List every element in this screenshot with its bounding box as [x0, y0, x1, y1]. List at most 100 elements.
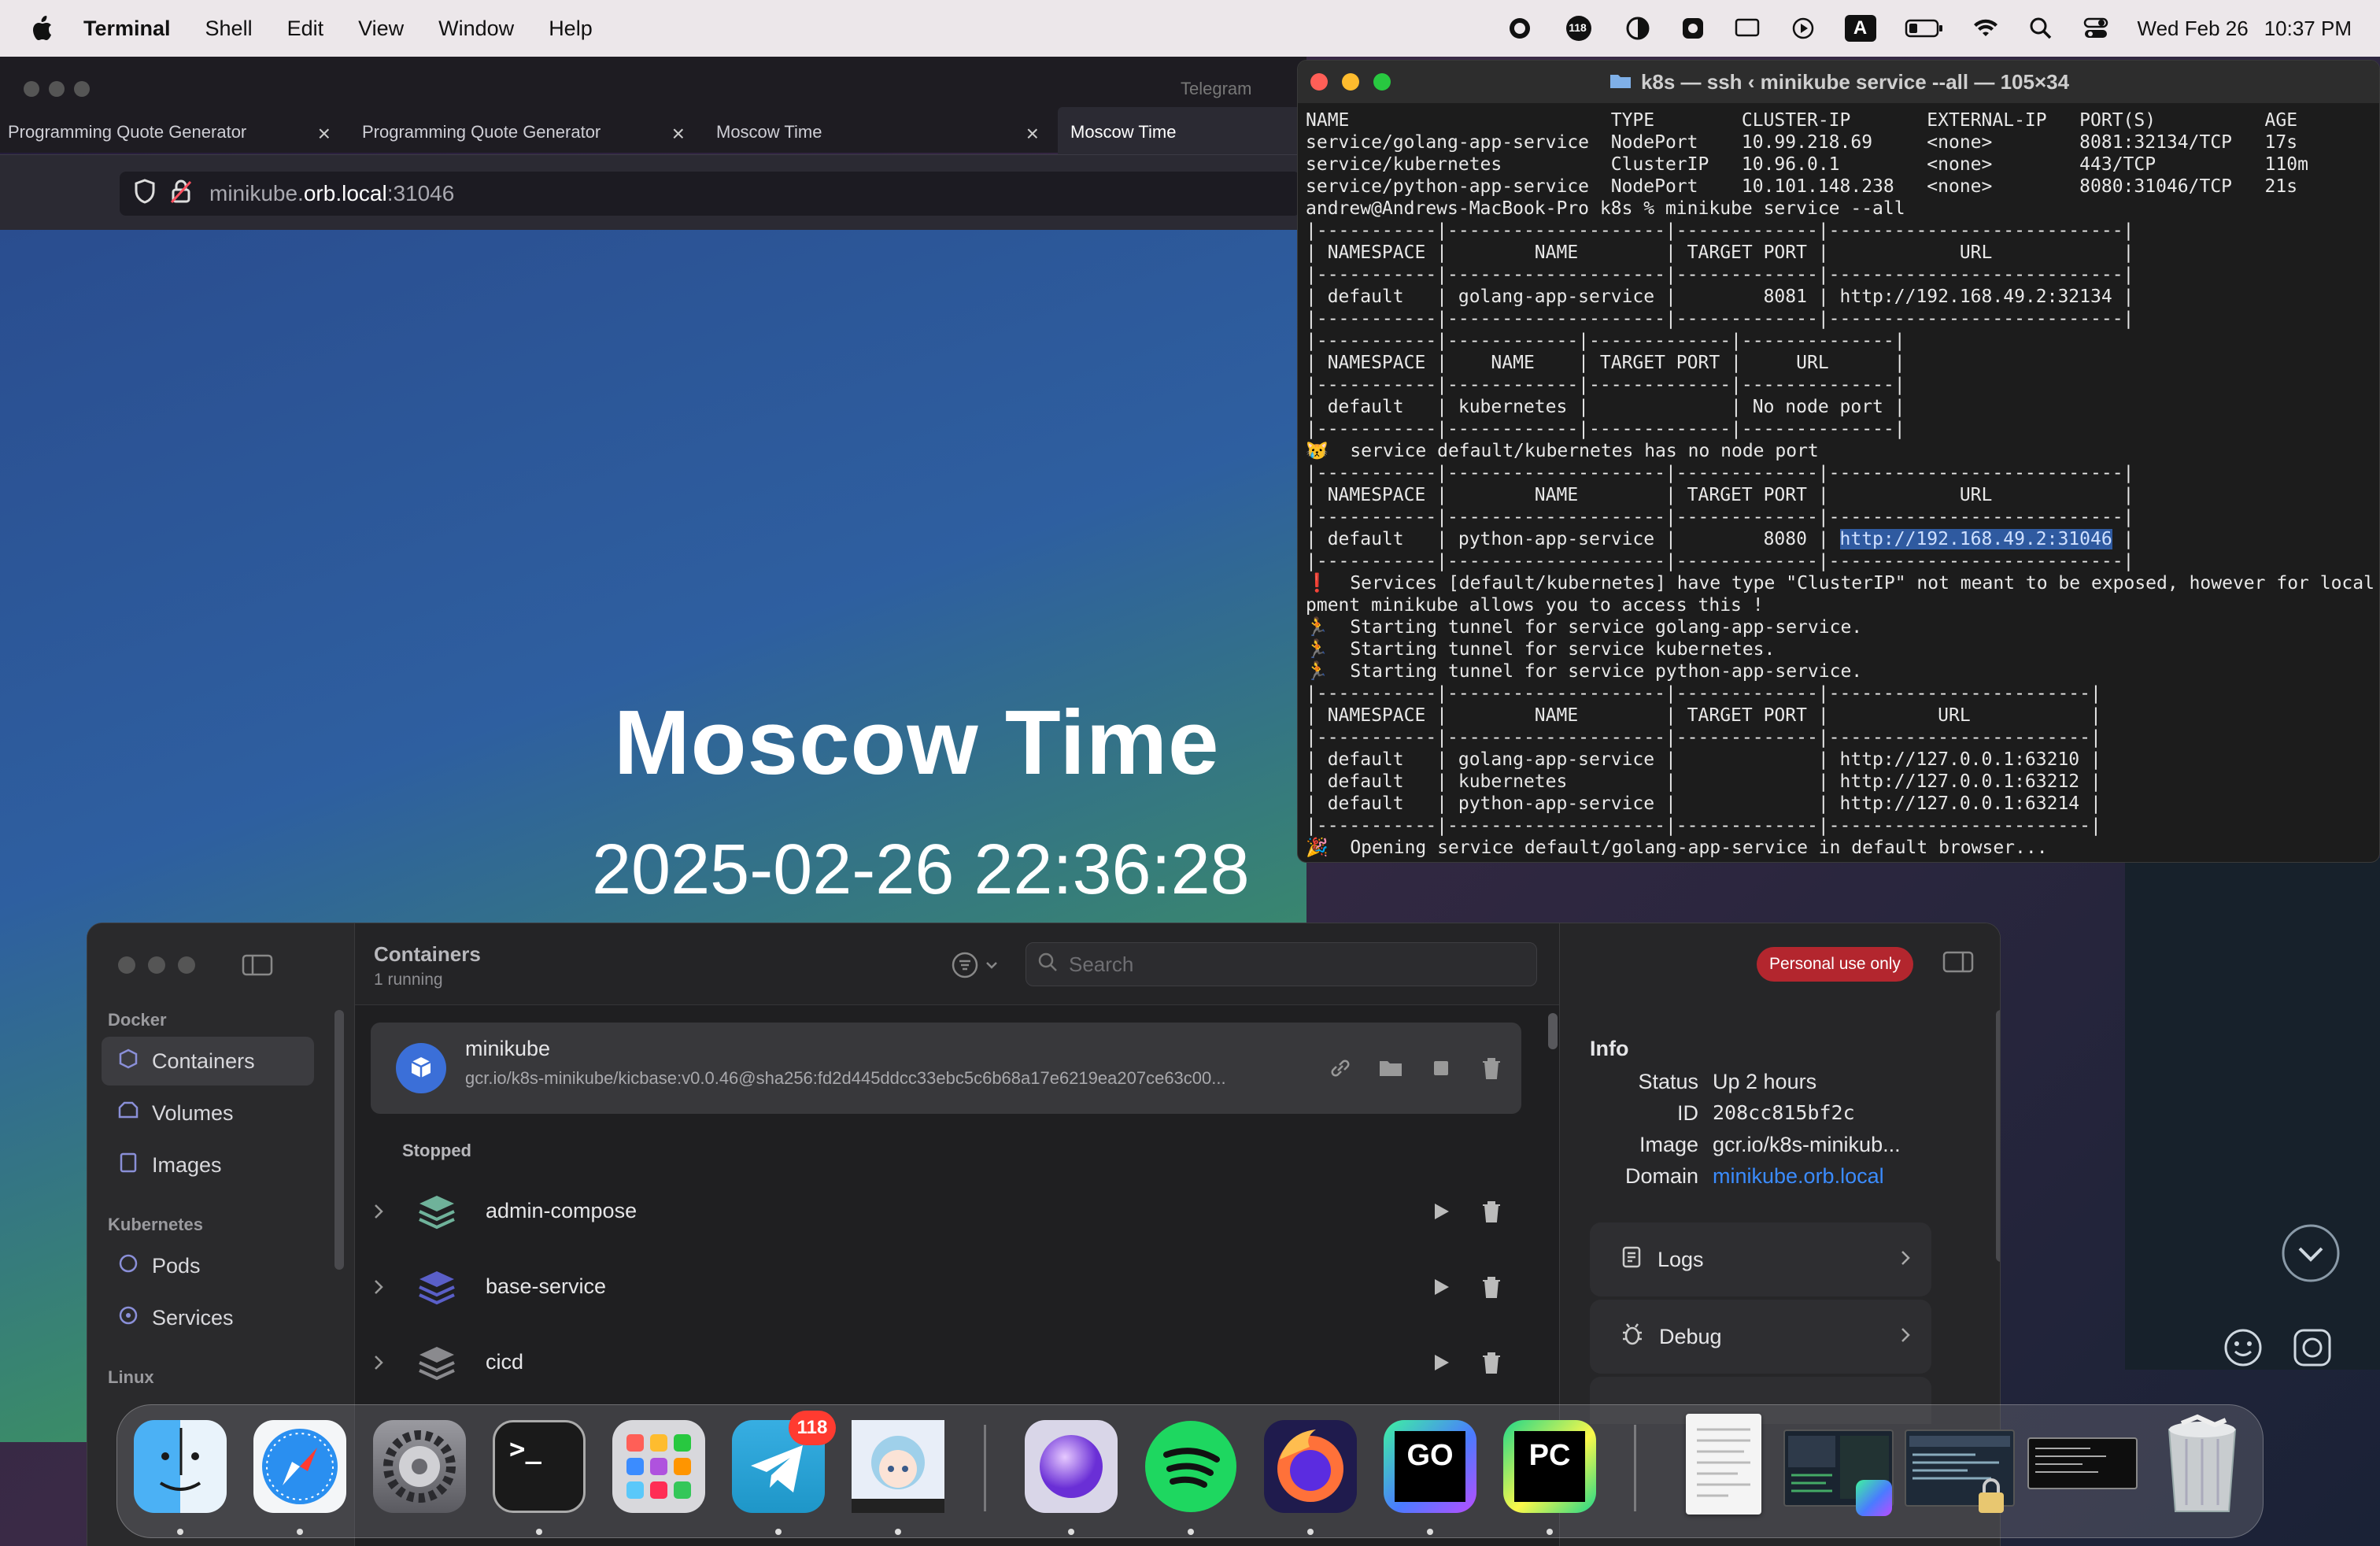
- trash-icon[interactable]: [1477, 1197, 1506, 1226]
- container-row-stopped[interactable]: cicd: [355, 1325, 1536, 1400]
- sidebar-scrollbar[interactable]: [334, 1010, 344, 1270]
- info-label: ID: [1677, 1101, 1698, 1125]
- sidebar-item-pods[interactable]: Pods: [102, 1241, 314, 1290]
- display-icon[interactable]: [1624, 15, 1651, 42]
- sidebar-item-containers[interactable]: Containers: [102, 1037, 314, 1086]
- minimize-window-button[interactable]: [1342, 73, 1359, 91]
- terminal-output[interactable]: NAME TYPE CLUSTER-IP EXTERNAL-IP PORT(S)…: [1306, 109, 2374, 859]
- close-window-button[interactable]: [1310, 73, 1328, 91]
- chevron-right-icon[interactable]: [372, 1202, 385, 1225]
- close-icon[interactable]: ×: [672, 121, 685, 146]
- spotify-icon[interactable]: [1144, 1420, 1237, 1513]
- search-input[interactable]: Search: [1026, 942, 1537, 986]
- terminal-line: |-----------|------------|-------------|…: [1306, 419, 1905, 439]
- safari-icon[interactable]: [253, 1420, 346, 1513]
- close-icon[interactable]: ×: [1026, 121, 1039, 146]
- trash-icon[interactable]: [2158, 1412, 2246, 1515]
- filter-menu-icon[interactable]: [952, 952, 1008, 978]
- trash-icon[interactable]: [1477, 1348, 1506, 1377]
- logs-button[interactable]: Logs: [1590, 1222, 1931, 1296]
- apple-icon[interactable]: [30, 14, 54, 43]
- menubar-time[interactable]: 10:37 PM: [2264, 17, 2352, 41]
- emoji-icon[interactable]: [2223, 1327, 2264, 1368]
- chevron-right-icon[interactable]: [372, 1278, 385, 1300]
- menu-shell[interactable]: Shell: [205, 17, 253, 41]
- pycharm-glyph: PC: [1528, 1439, 1571, 1472]
- container-row-stopped[interactable]: base-service: [355, 1249, 1536, 1325]
- notification-count-icon[interactable]: 118: [1561, 15, 1596, 42]
- terminal-line: |-----------|------------|-------------|…: [1306, 331, 1905, 351]
- terminal-line: | default | golang-app-service | | http:…: [1306, 749, 2101, 770]
- logs-icon: [1621, 1245, 1642, 1274]
- menubar-date[interactable]: Wed Feb 26: [2138, 17, 2249, 41]
- sidebar-item-services[interactable]: Services: [102, 1293, 314, 1342]
- screen-sharing-icon[interactable]: [1735, 15, 1761, 42]
- list-scrollbar[interactable]: [1548, 1013, 1558, 1049]
- running-indicator: [895, 1529, 901, 1535]
- zoom-window-button[interactable]: [1373, 73, 1391, 91]
- play-icon[interactable]: [1427, 1273, 1455, 1301]
- terminal-thumbnail[interactable]: [2027, 1437, 2138, 1489]
- menu-help[interactable]: Help: [549, 17, 593, 41]
- trash-icon[interactable]: [1477, 1273, 1506, 1301]
- selected-url[interactable]: http://192.168.49.2:31046: [1839, 529, 2112, 549]
- shield-icon[interactable]: [134, 178, 156, 209]
- battery-icon[interactable]: [1905, 15, 1944, 42]
- firefox-icon[interactable]: [1264, 1420, 1357, 1513]
- info-domain-link[interactable]: minikube.orb.local: [1713, 1164, 1884, 1189]
- finder-icon[interactable]: [134, 1420, 227, 1513]
- personal-use-badge[interactable]: Personal use only: [1757, 947, 1913, 982]
- anime-avatar-icon[interactable]: [852, 1420, 944, 1513]
- debug-button[interactable]: Debug: [1590, 1300, 1931, 1374]
- record-icon[interactable]: [1506, 15, 1533, 42]
- url-bar[interactable]: minikube. orb.local:31046: [120, 172, 1300, 216]
- play-icon[interactable]: [1427, 1197, 1455, 1226]
- inspector-toggle-icon[interactable]: [1942, 950, 1974, 978]
- browser-tab[interactable]: Programming Quote Generator ×: [8, 107, 331, 157]
- compose-stack-icon: [415, 1191, 459, 1239]
- launchpad-icon[interactable]: [612, 1420, 705, 1513]
- link-icon[interactable]: [1326, 1054, 1354, 1082]
- info-image: gcr.io/k8s-minikub...: [1713, 1133, 1901, 1156]
- terminal-window[interactable]: k8s — ssh ‹ minikube service --all — 105…: [1297, 60, 2380, 863]
- browser-tab[interactable]: Moscow Time ×: [716, 107, 1039, 157]
- terminal-line: service/kubernetes ClusterIP 10.96.0.1 <…: [1306, 154, 2308, 175]
- info-scrollbar[interactable]: [1996, 1010, 2000, 1262]
- terminal-icon[interactable]: >_: [493, 1420, 586, 1513]
- running-indicator: [177, 1529, 183, 1535]
- play-icon[interactable]: [1427, 1348, 1455, 1377]
- document-icon[interactable]: [1686, 1414, 1761, 1515]
- play-icon[interactable]: [1790, 15, 1816, 42]
- browser-tab[interactable]: Programming Quote Generator ×: [362, 107, 685, 157]
- sidebar-item-images[interactable]: Images: [102, 1141, 314, 1189]
- goland-icon[interactable]: GO: [1384, 1420, 1476, 1513]
- camera-icon[interactable]: [2292, 1327, 2333, 1368]
- trash-icon[interactable]: [1477, 1054, 1506, 1082]
- orb-icon[interactable]: [1025, 1420, 1118, 1513]
- stop-icon[interactable]: [1427, 1054, 1455, 1082]
- input-source-icon[interactable]: A: [1844, 15, 1876, 42]
- menu-edit[interactable]: Edit: [287, 17, 324, 41]
- menu-window[interactable]: Window: [438, 17, 514, 41]
- scroll-down-icon[interactable]: [2281, 1223, 2341, 1283]
- minikube-icon: [396, 1043, 446, 1093]
- terminal-line: pment minikube allows you to access this…: [1306, 595, 1764, 616]
- sidebar-toggle-icon[interactable]: [242, 953, 273, 981]
- pycharm-tray-icon[interactable]: [1680, 15, 1706, 42]
- menu-app-name[interactable]: Terminal: [83, 17, 171, 41]
- folder-icon[interactable]: [1377, 1054, 1405, 1082]
- container-row-stopped[interactable]: admin-compose: [355, 1174, 1536, 1249]
- menu-view[interactable]: View: [358, 17, 404, 41]
- wifi-icon[interactable]: [1972, 15, 1999, 42]
- terminal-line: |-----------|------------|-------------|…: [1306, 375, 1905, 395]
- close-icon[interactable]: ×: [318, 121, 331, 146]
- sidebar-item-volumes[interactable]: Volumes: [102, 1089, 314, 1137]
- browser-tab-active[interactable]: Moscow Time: [1058, 107, 1310, 157]
- control-center-icon[interactable]: [2082, 15, 2109, 42]
- page-title: Moscow Time: [614, 691, 1220, 793]
- insecure-lock-icon[interactable]: [170, 179, 192, 209]
- system-settings-icon[interactable]: [373, 1420, 466, 1513]
- pycharm-icon[interactable]: PC: [1503, 1420, 1596, 1513]
- search-icon[interactable]: [2027, 15, 2054, 42]
- chevron-right-icon[interactable]: [372, 1353, 385, 1376]
